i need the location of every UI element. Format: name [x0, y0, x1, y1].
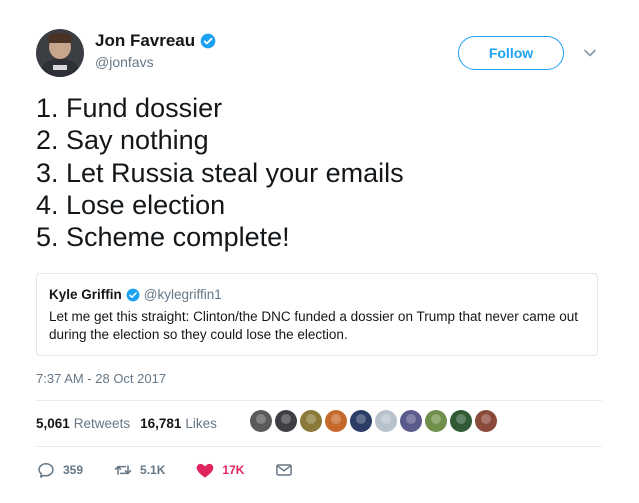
author-avatar[interactable] — [36, 29, 84, 77]
tweet-text-line: 5. Scheme complete! — [36, 222, 290, 253]
tweet-text-line: 4. Lose election — [36, 189, 226, 220]
quoted-author-handle[interactable]: @kylegriffin1 — [144, 287, 222, 302]
chevron-down-icon[interactable] — [583, 48, 597, 58]
liker-avatar[interactable] — [425, 410, 447, 432]
like-count: 17K — [222, 463, 245, 477]
liker-avatar[interactable] — [375, 410, 397, 432]
reply-count: 359 — [63, 463, 84, 477]
retweets-label[interactable]: Retweets — [74, 416, 130, 431]
retweets-count[interactable]: 5,061 — [36, 416, 70, 431]
liker-avatar[interactable] — [475, 410, 497, 432]
tweet-stats: 5,061 Retweets 16,781 Likes — [36, 416, 227, 431]
liker-avatar[interactable] — [350, 410, 372, 432]
retweet-icon — [114, 465, 132, 475]
like-button[interactable]: 17K — [195, 460, 244, 480]
envelope-icon — [276, 464, 293, 476]
retweet-button[interactable]: 5.1K — [113, 460, 165, 480]
direct-message-button[interactable] — [274, 460, 294, 480]
follow-button[interactable]: Follow — [458, 36, 564, 70]
liker-avatar[interactable] — [275, 410, 297, 432]
author-name-row: Jon Favreau — [95, 31, 216, 51]
likes-label[interactable]: Likes — [185, 416, 217, 431]
liker-avatar[interactable] — [400, 410, 422, 432]
liker-avatar[interactable] — [325, 410, 347, 432]
author-handle[interactable]: @jonfavs — [95, 54, 154, 70]
heart-icon — [197, 463, 214, 478]
liker-avatars — [250, 410, 497, 432]
reply-icon — [38, 463, 54, 478]
liker-avatar[interactable] — [300, 410, 322, 432]
liker-avatar[interactable] — [450, 410, 472, 432]
verified-badge-icon — [126, 288, 140, 301]
tweet-card: Jon Favreau @jonfavs Follow 1. Fund doss… — [0, 0, 639, 503]
tweet-text-line: 1. Fund dossier — [36, 93, 223, 123]
verified-badge-icon — [200, 33, 216, 49]
retweet-count: 5.1K — [140, 463, 166, 477]
quoted-author-name[interactable]: Kyle Griffin — [49, 287, 122, 302]
tweet-text: 1. Fund dossier 2. Say nothing 3. Let Ru… — [36, 92, 596, 253]
liker-avatar[interactable] — [250, 410, 272, 432]
divider — [36, 400, 602, 401]
avatar-shirt-print — [53, 65, 67, 70]
tweet-text-line: 3. Let Russia steal your emails — [36, 157, 404, 188]
reply-button[interactable]: 359 — [36, 460, 83, 480]
tweet-timestamp[interactable]: 7:37 AM - 28 Oct 2017 — [36, 371, 166, 386]
author-display-name[interactable]: Jon Favreau — [95, 31, 195, 51]
divider — [36, 446, 602, 447]
likes-count[interactable]: 16,781 — [140, 416, 181, 431]
tweet-actions: 359 5.1K 17K — [36, 460, 324, 480]
quoted-tweet[interactable]: Kyle Griffin @kylegriffin1 Let me get th… — [36, 273, 598, 356]
quoted-tweet-header: Kyle Griffin @kylegriffin1 — [49, 287, 585, 302]
tweet-text-line: 2. Say nothing — [36, 125, 209, 156]
quoted-tweet-text: Let me get this straight: Clinton/the DN… — [49, 309, 579, 342]
avatar-hair — [48, 33, 72, 43]
